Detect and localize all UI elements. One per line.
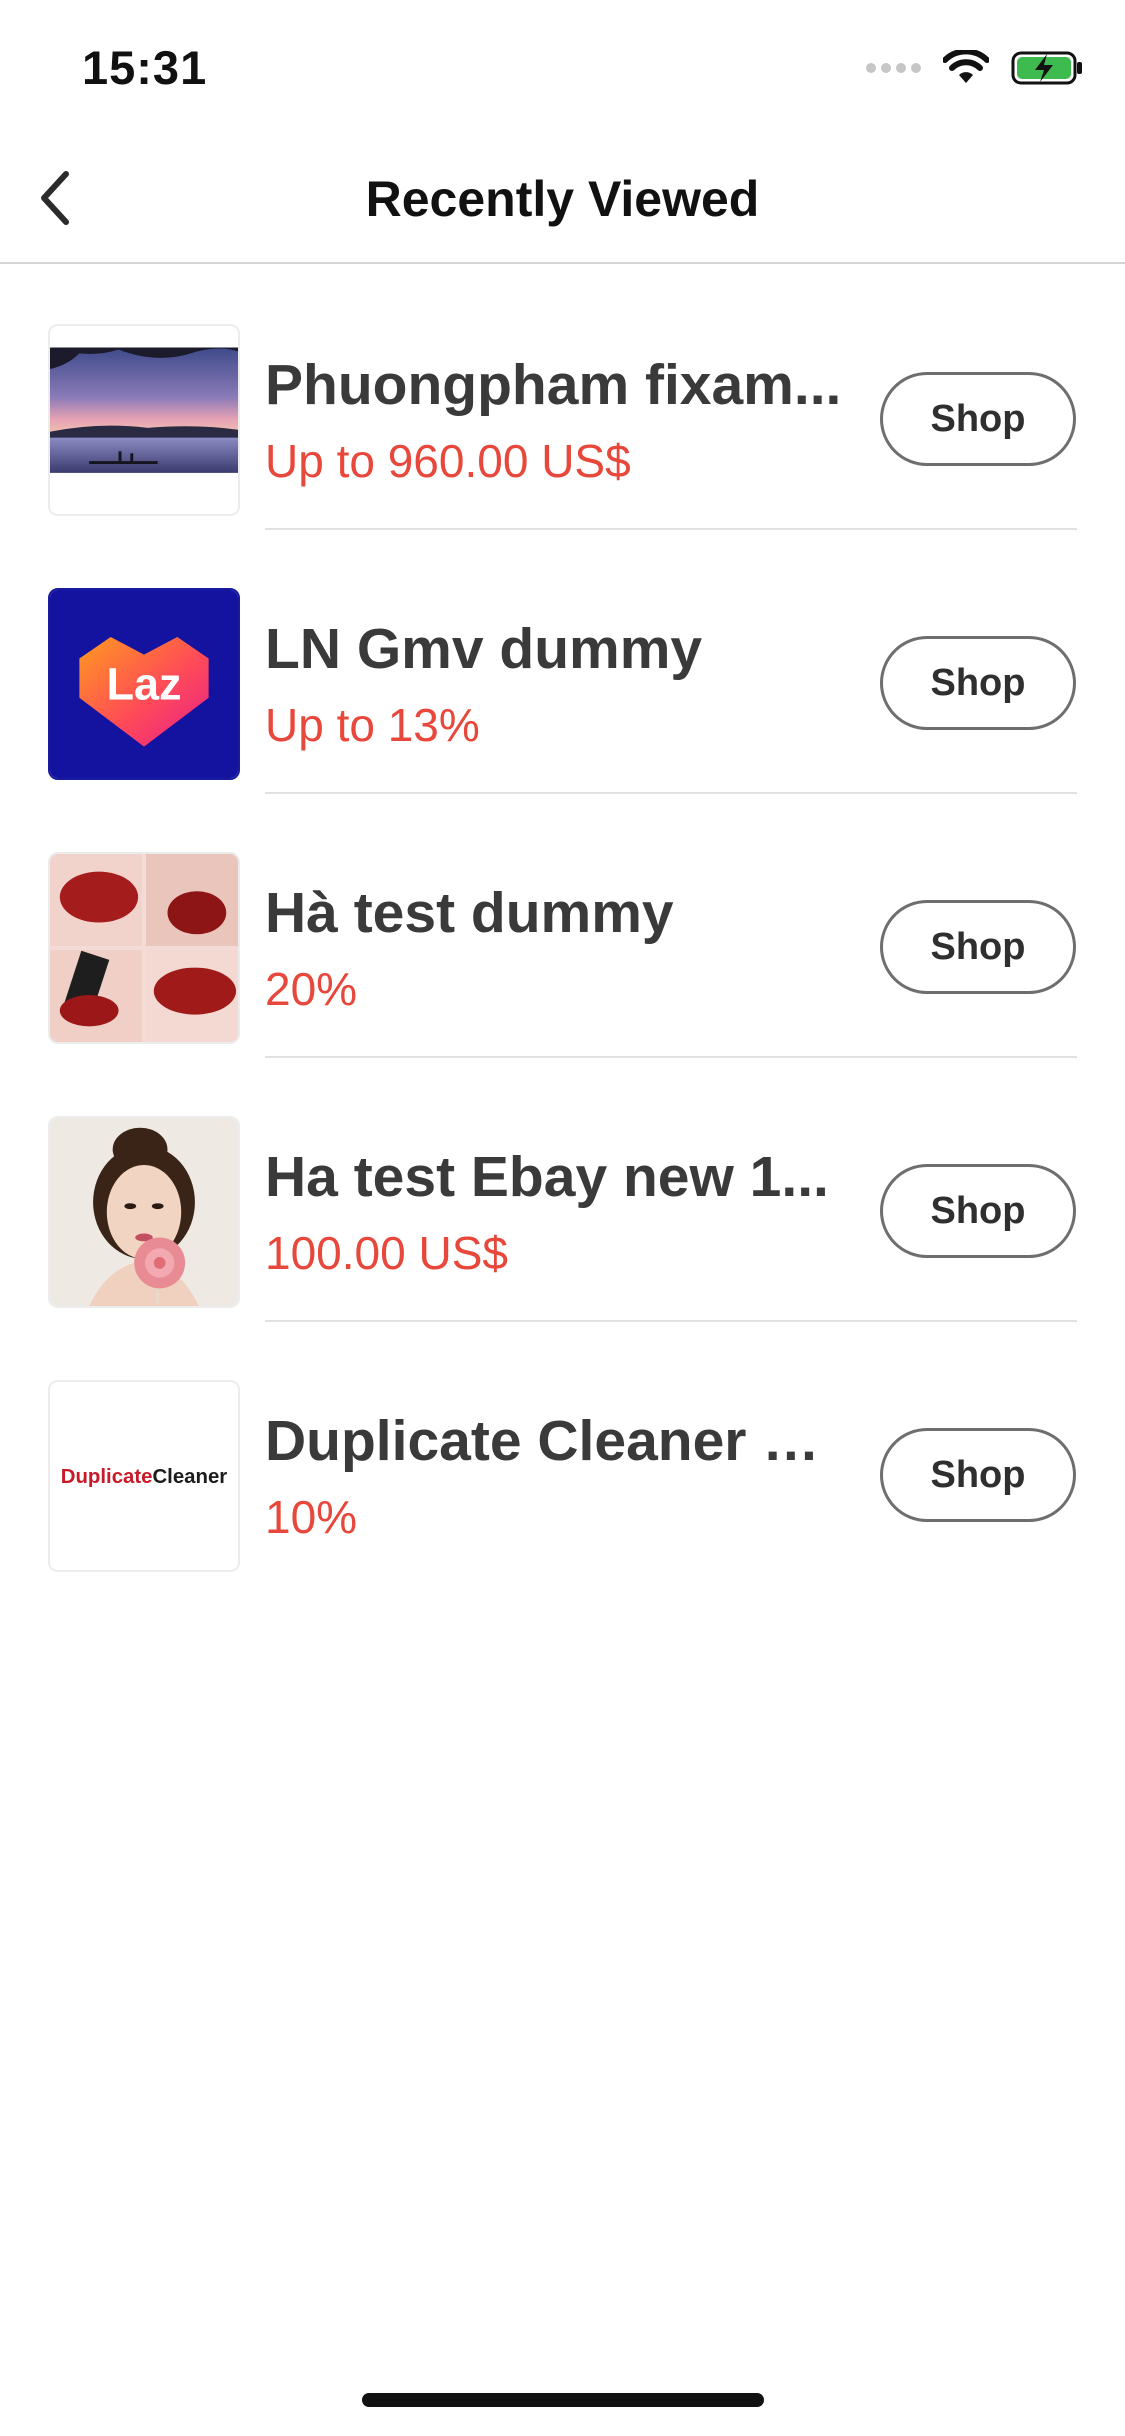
item-cashback: 10% — [265, 1491, 358, 1543]
red-lipstick-image — [48, 852, 240, 1044]
wifi-icon — [943, 50, 989, 83]
item-cashback: 20% — [265, 963, 358, 1015]
item-cashback: Up to 13% — [265, 699, 480, 751]
status-bar: 15:31 — [0, 0, 1125, 132]
item-name: Hà test dummy — [265, 881, 674, 945]
list-item[interactable]: Laz LN Gmv dummy Up to 13% Shop — [0, 530, 1125, 794]
duplicate-cleaner-logo: DuplicateCleaner — [48, 1380, 240, 1572]
battery-charging-icon — [1011, 51, 1082, 85]
item-cashback: Up to 960.00 US$ — [265, 435, 631, 487]
logo-text-duplicate: Duplicate — [61, 1465, 153, 1488]
list-item[interactable]: Ha test Ebay new 1... 100.00 US$ Shop — [0, 1058, 1125, 1322]
item-name: LN Gmv dummy — [265, 617, 703, 681]
page-title: Recently Viewed — [365, 171, 760, 227]
signal-dots-icon — [866, 63, 921, 73]
list-item[interactable]: Phuongpham fixam... Up to 960.00 US$ Sho… — [0, 266, 1125, 530]
shop-button[interactable]: Shop — [880, 1428, 1076, 1522]
item-name: Phuongpham fixam... — [265, 353, 842, 417]
lazada-logo-text: Laz — [106, 659, 181, 710]
item-name: Duplicate Cleaner Pro — [265, 1409, 845, 1473]
lake-sunset-image — [48, 324, 240, 516]
list-item[interactable]: DuplicateCleaner Duplicate Cleaner Pro 1… — [0, 1322, 1125, 1586]
shop-button[interactable]: Shop — [880, 636, 1076, 730]
status-icons — [866, 48, 1085, 88]
item-cashback: 100.00 US$ — [265, 1227, 508, 1279]
woman-with-lollipop-image — [48, 1116, 240, 1308]
nav-bar: Recently Viewed — [0, 132, 1125, 264]
list-item[interactable]: Hà test dummy 20% Shop — [0, 794, 1125, 1058]
shop-button[interactable]: Shop — [880, 372, 1076, 466]
item-name: Ha test Ebay new 1... — [265, 1145, 829, 1209]
shop-button[interactable]: Shop — [880, 900, 1076, 994]
recently-viewed-list: Phuongpham fixam... Up to 960.00 US$ Sho… — [0, 266, 1125, 1586]
svg-text:DuplicateCleaner: DuplicateCleaner — [61, 1465, 227, 1488]
status-time: 15:31 — [82, 41, 208, 94]
logo-text-cleaner: Cleaner — [152, 1465, 227, 1488]
shop-button[interactable]: Shop — [880, 1164, 1076, 1258]
lazada-logo: Laz — [48, 588, 240, 780]
home-indicator — [362, 2393, 764, 2407]
